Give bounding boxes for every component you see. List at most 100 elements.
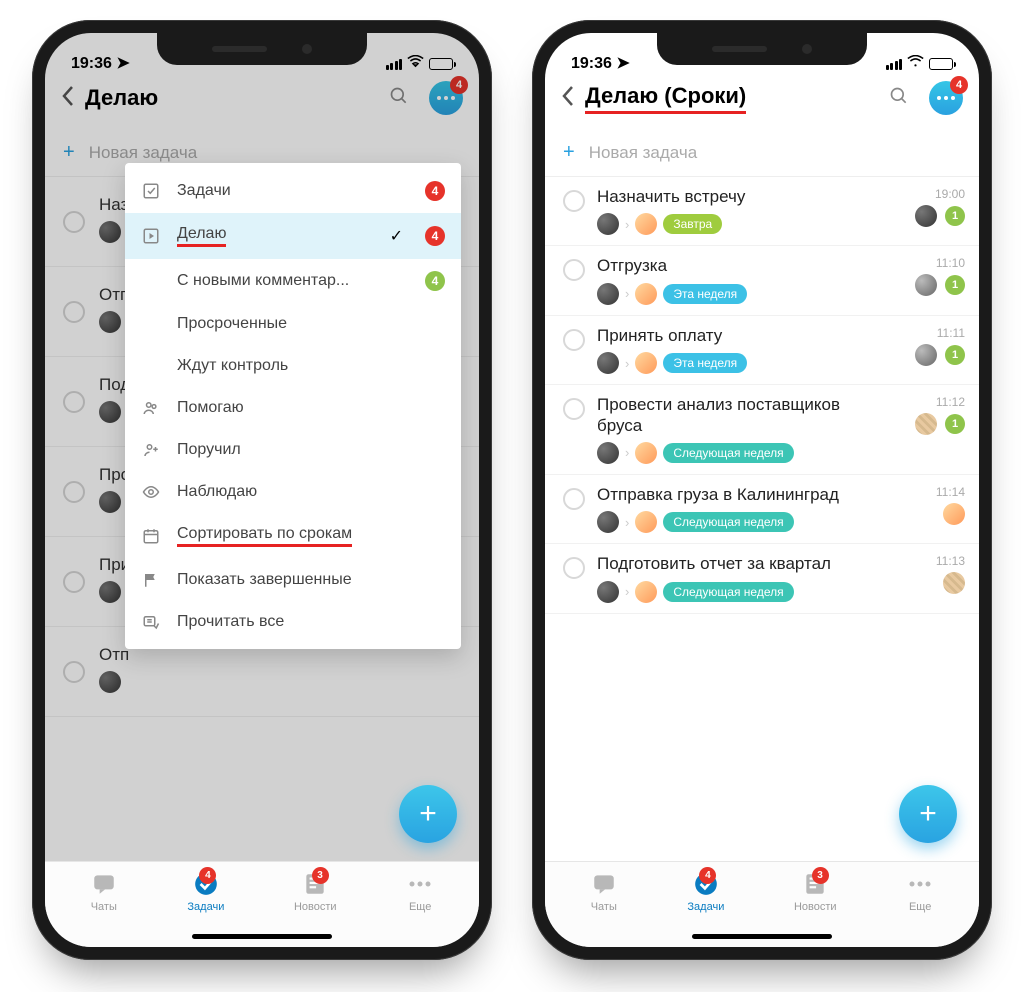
phone-left: 19:36 ➤ Делаю 4 + Новая задача Наз Отг [32, 20, 492, 960]
new-task-row[interactable]: + Новая задача [545, 129, 979, 177]
avatar [635, 213, 657, 235]
avatar [99, 671, 121, 693]
dropdown-label: С новыми комментар... [177, 272, 409, 290]
task-row[interactable]: Назначить встречу › Завтра 19:00 1 [545, 177, 979, 246]
dropdown-item[interactable]: Наблюдаю [125, 471, 461, 513]
avatar [99, 491, 121, 513]
task-row[interactable]: Провести анализ поставщиков бруса › След… [545, 385, 979, 475]
chevron-right-icon: › [625, 286, 629, 301]
tab-news[interactable]: Новости 3 [294, 870, 337, 925]
task-checkbox[interactable] [563, 488, 585, 510]
wifi-icon [907, 55, 924, 73]
task-checkbox[interactable] [563, 557, 585, 579]
avatar [99, 311, 121, 333]
dropdown-item[interactable]: Ждут контроль [125, 345, 461, 387]
dropdown-item[interactable]: Задачи 4 [125, 169, 461, 213]
task-checkbox[interactable] [563, 190, 585, 212]
header: Делаю 4 [45, 75, 479, 129]
back-button[interactable] [561, 85, 575, 112]
task-checkbox[interactable] [63, 571, 85, 593]
avatar [915, 344, 937, 366]
status-time: 19:36 [71, 55, 112, 72]
task-name: Провести анализ поставщиков бруса [597, 395, 883, 436]
avatar [943, 572, 965, 594]
task-checkbox[interactable] [63, 661, 85, 683]
dropdown-item[interactable]: Показать завершенные [125, 559, 461, 601]
tab-news[interactable]: Новости 3 [794, 870, 837, 925]
task-checkbox[interactable] [563, 259, 585, 281]
assign-icon [141, 441, 161, 459]
tab-more[interactable]: Еще [906, 870, 934, 925]
search-button[interactable] [389, 86, 409, 111]
tab-chats[interactable]: Чаты [590, 870, 618, 925]
menu-badge: 4 [950, 76, 968, 94]
dropdown-item[interactable]: Прочитать все [125, 601, 461, 643]
avatar [635, 511, 657, 533]
tab-tasks[interactable]: Задачи 4 [187, 870, 224, 925]
task-time: 11:13 [936, 554, 965, 568]
menu-button[interactable]: 4 [429, 81, 463, 115]
avatar [597, 442, 619, 464]
page-title: Делаю [85, 85, 158, 111]
dropdown-badge: 4 [425, 181, 445, 201]
plus-icon: + [419, 799, 437, 829]
task-time: 11:10 [936, 256, 965, 270]
dropdown-label: Задачи [177, 182, 409, 200]
dropdown-item[interactable]: Поручил [125, 429, 461, 471]
task-checkbox[interactable] [63, 211, 85, 233]
tab-label: Еще [909, 901, 931, 913]
due-pill: Следующая неделя [663, 582, 793, 602]
task-checkbox[interactable] [563, 398, 585, 420]
task-checkbox[interactable] [63, 481, 85, 503]
search-button[interactable] [889, 86, 909, 111]
task-row[interactable]: Подготовить отчет за квартал › Следующая… [545, 544, 979, 613]
calendar-icon [141, 527, 161, 545]
back-button[interactable] [61, 85, 75, 112]
page-title: Делаю (Сроки) [585, 83, 746, 114]
tab-more[interactable]: Еще [406, 870, 434, 925]
fab-add[interactable]: + [399, 785, 457, 843]
avatar [597, 283, 619, 305]
dots-icon [437, 96, 455, 100]
check-icon: ✓ [390, 226, 403, 246]
read-all-icon [141, 613, 161, 631]
wifi-icon [407, 55, 424, 73]
tab-label: Еще [409, 901, 431, 913]
task-checkbox[interactable] [63, 301, 85, 323]
task-time: 11:12 [936, 395, 965, 409]
dropdown-item[interactable]: Помогаю [125, 387, 461, 429]
dropdown-item[interactable]: С новыми комментар...4 [125, 259, 461, 303]
avatar [635, 283, 657, 305]
dropdown-item[interactable]: Сортировать по срокам [125, 513, 461, 559]
task-row[interactable]: Принять оплату › Эта неделя 11:11 1 [545, 316, 979, 385]
task-checkbox[interactable] [63, 391, 85, 413]
home-indicator [192, 934, 332, 939]
fab-add[interactable]: + [899, 785, 957, 843]
task-row[interactable]: Отгрузка › Эта неделя 11:10 1 [545, 246, 979, 315]
task-row[interactable]: Отправка груза в Калининград › Следующая… [545, 475, 979, 544]
location-icon: ➤ [116, 55, 129, 72]
due-pill: Эта неделя [663, 353, 747, 373]
count-badge: 1 [945, 275, 965, 295]
notch [157, 33, 367, 65]
dropdown-item[interactable]: Делаю✓4 [125, 213, 461, 259]
due-pill: Завтра [663, 214, 722, 234]
plus-icon: + [563, 141, 575, 164]
tab-badge: 3 [812, 867, 829, 884]
chat-icon [90, 870, 118, 898]
tab-label: Задачи [687, 901, 724, 913]
avatar [915, 413, 937, 435]
dropdown-label: Сортировать по срокам [177, 525, 445, 547]
dropdown-label: Наблюдаю [177, 483, 445, 501]
location-icon: ➤ [616, 55, 629, 72]
check-square-icon [141, 182, 161, 200]
chat-icon [590, 870, 618, 898]
dropdown-label: Ждут контроль [177, 357, 445, 375]
tab-chats[interactable]: Чаты [90, 870, 118, 925]
dropdown-item[interactable]: Просроченные [125, 303, 461, 345]
new-task-label: Новая задача [589, 143, 698, 163]
phone-right: 19:36 ➤ Делаю (Сроки) 4 + Новая задача Н [532, 20, 992, 960]
task-checkbox[interactable] [563, 329, 585, 351]
tab-tasks[interactable]: Задачи 4 [687, 870, 724, 925]
menu-button[interactable]: 4 [929, 81, 963, 115]
